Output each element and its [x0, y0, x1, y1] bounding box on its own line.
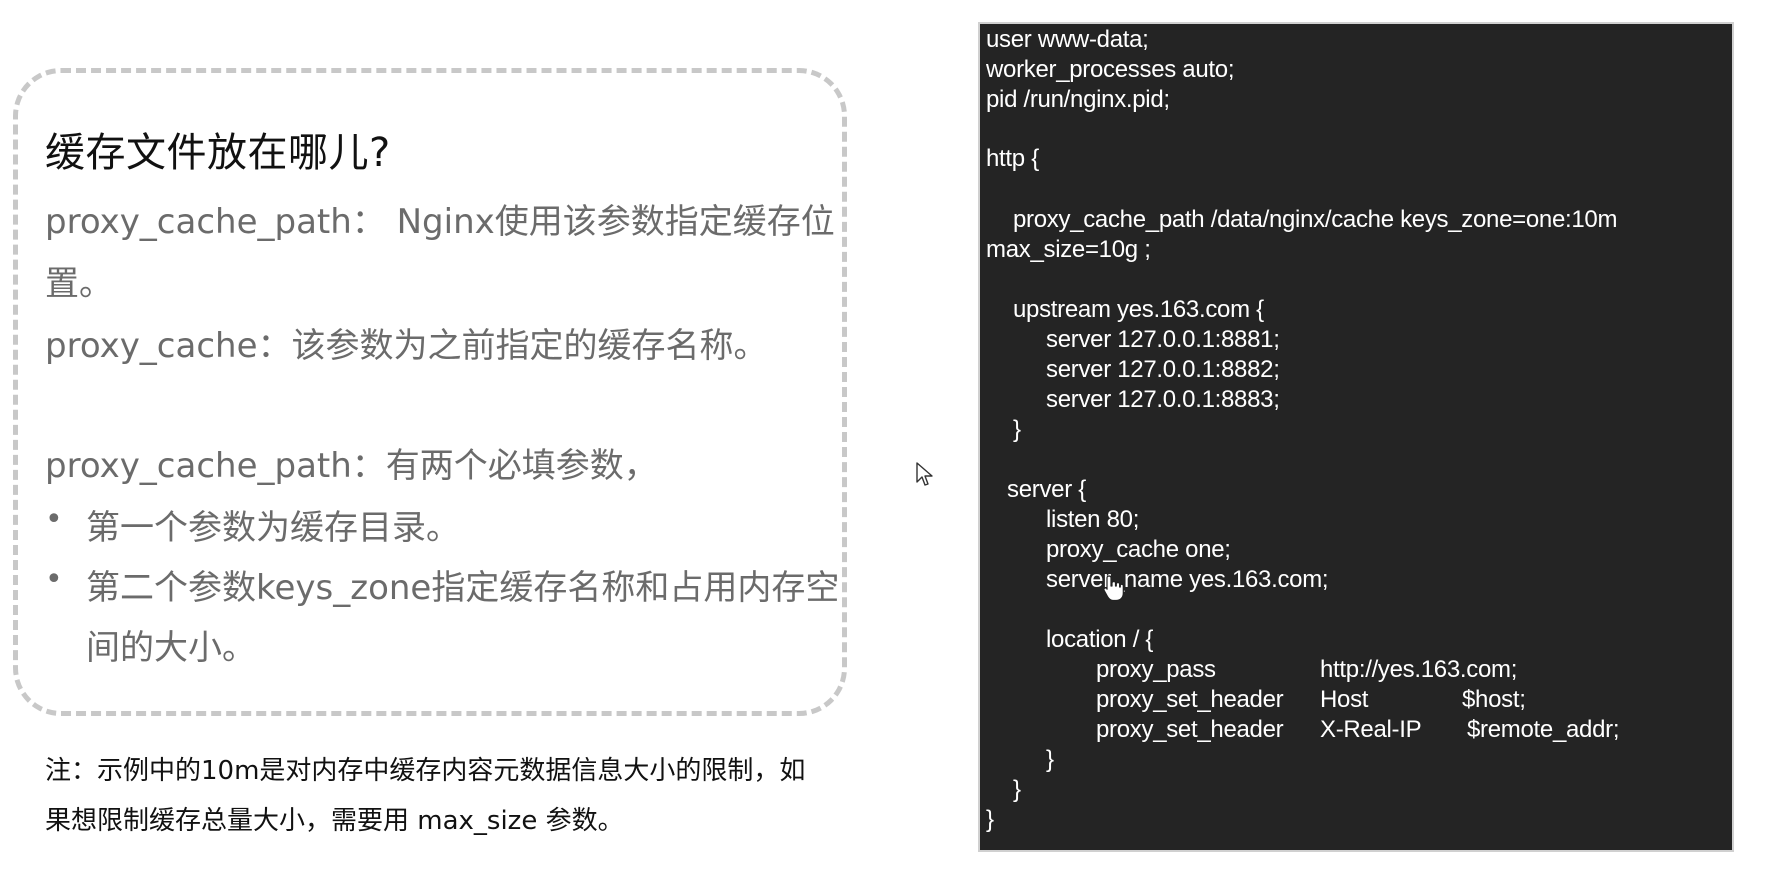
note-line1: 注：示例中的10m是对内存中缓存内容元数据信息大小的限制，如: [45, 756, 806, 786]
code-line: http {: [986, 145, 1039, 172]
code-line: X-Real-IP: [1320, 716, 1422, 743]
bullet-item-2-line2: 间的大小。: [86, 628, 256, 668]
hand-pointer-icon: [1103, 575, 1124, 602]
bullet-marker: •: [45, 562, 63, 597]
code-line: }: [1013, 416, 1021, 443]
callout-heading: 缓存文件放在哪儿?: [45, 130, 391, 176]
code-line: user www-data;: [986, 26, 1149, 53]
code-line: pid /run/nginx.pid;: [986, 86, 1170, 113]
code-line: max_size=10g ;: [986, 236, 1151, 263]
code-line: listen 80;: [1046, 506, 1140, 533]
code-line: server {: [1007, 476, 1086, 503]
code-line: server 127.0.0.1:8882;: [1046, 356, 1280, 383]
code-line: location / {: [1046, 626, 1154, 653]
code-line: }: [1046, 746, 1054, 773]
bullet-item-2-line1: 第二个参数keys_zone指定缓存名称和占用内存空: [86, 568, 840, 608]
code-line: }: [1013, 776, 1021, 803]
code-line: proxy_set_header: [1096, 686, 1284, 713]
code-line: proxy_cache one;: [1046, 536, 1231, 563]
code-line: server_name yes.163.com;: [1046, 566, 1329, 593]
code-line: server 127.0.0.1:8883;: [1046, 386, 1280, 413]
paragraph-required-params: proxy_cache_path：有两个必填参数，: [45, 446, 658, 486]
code-line: proxy_set_header: [1096, 716, 1284, 743]
bullet-marker: •: [45, 502, 63, 537]
bullet-item-1: 第一个参数为缓存目录。: [86, 508, 460, 548]
paragraph-proxy-cache-path-line2: 置。: [45, 264, 113, 304]
paragraph-proxy-cache-path-line1: proxy_cache_path： Nginx使用该参数指定缓存位: [45, 202, 835, 242]
code-line: proxy_cache_path /data/nginx/cache keys_…: [1013, 206, 1618, 233]
code-line: Host: [1320, 686, 1369, 713]
code-line: http://yes.163.com;: [1320, 656, 1518, 683]
code-line: $remote_addr;: [1467, 716, 1620, 743]
code-line: server 127.0.0.1:8881;: [1046, 326, 1280, 353]
paragraph-proxy-cache: proxy_cache：该参数为之前指定的缓存名称。: [45, 326, 768, 366]
code-line: }: [986, 806, 994, 833]
note-line2: 果想限制缓存总量大小，需要用 max_size 参数。: [45, 806, 624, 836]
code-line: proxy_pass: [1096, 656, 1216, 683]
code-line: worker_processes auto;: [986, 56, 1235, 83]
code-line: $host;: [1462, 686, 1526, 713]
code-line: upstream yes.163.com {: [1013, 296, 1264, 323]
arrow-cursor-icon: [916, 462, 933, 486]
